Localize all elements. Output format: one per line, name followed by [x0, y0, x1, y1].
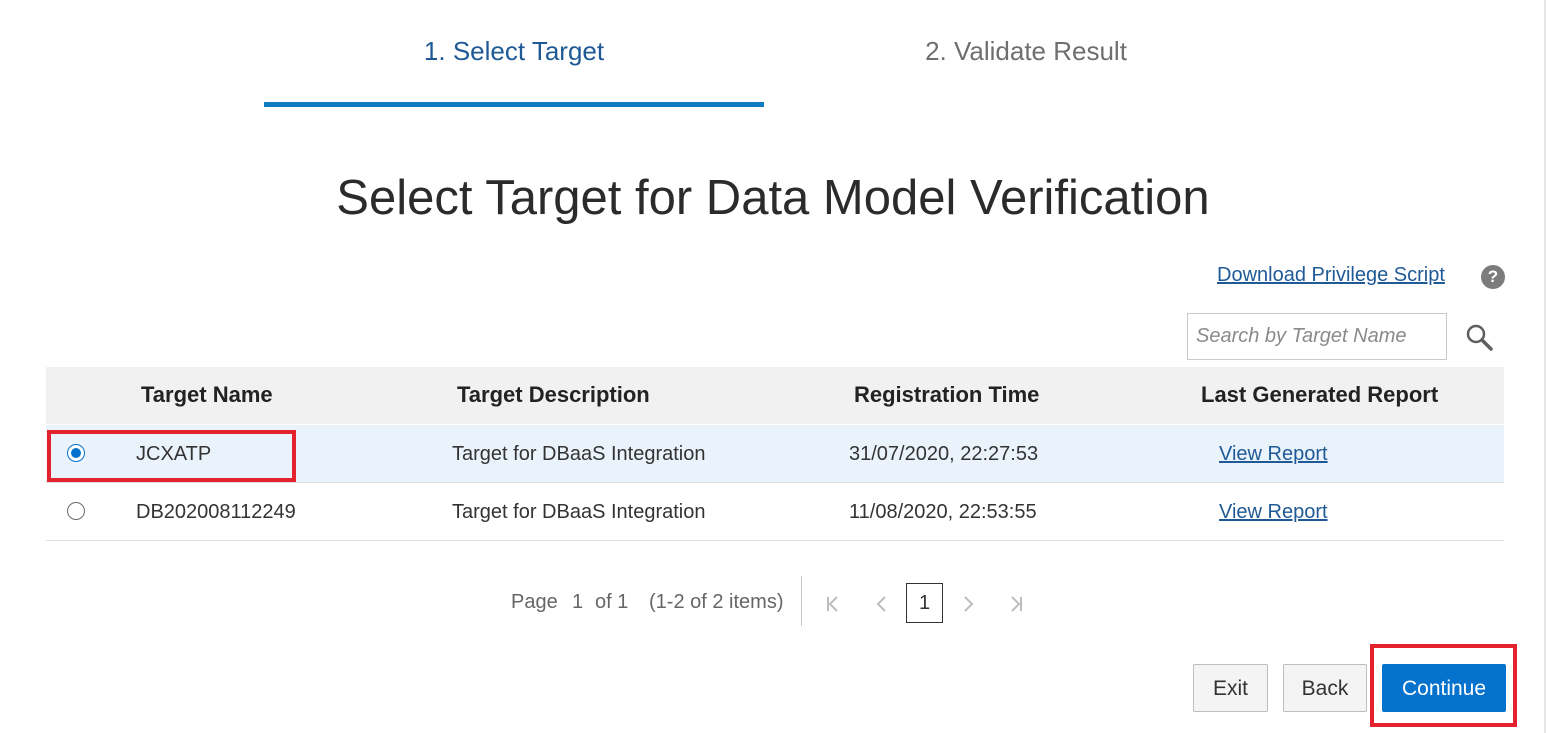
last-page-icon[interactable] — [1006, 594, 1026, 614]
search-icon[interactable] — [1464, 322, 1494, 352]
page-title: Select Target for Data Model Verificatio… — [336, 171, 1210, 225]
target-description-cell: Target for DBaaS Integration — [452, 443, 706, 465]
row-select-radio[interactable] — [67, 502, 85, 520]
row-select-radio[interactable] — [67, 444, 85, 462]
previous-page-icon[interactable] — [872, 594, 892, 614]
exit-button[interactable]: Exit — [1193, 664, 1268, 712]
pagination-divider — [801, 576, 802, 626]
target-name-cell: JCXATP — [136, 443, 212, 465]
download-privilege-script-link[interactable]: Download Privilege Script — [1217, 264, 1445, 287]
wizard-step-select-target[interactable]: 1. Select Target — [264, 36, 764, 67]
target-name-cell: DB202008112249 — [136, 501, 296, 523]
column-header-target-description[interactable]: Target Description — [457, 382, 650, 408]
registration-time-cell: 11/08/2020, 22:53:55 — [849, 501, 1037, 523]
column-header-last-generated-report[interactable]: Last Generated Report — [1201, 382, 1438, 408]
continue-button[interactable]: Continue — [1382, 664, 1506, 712]
column-header-target-name[interactable]: Target Name — [141, 382, 273, 408]
view-report-link[interactable]: View Report — [1219, 501, 1328, 524]
current-page-button[interactable]: 1 — [906, 583, 943, 623]
search-input[interactable] — [1187, 313, 1447, 360]
view-report-link[interactable]: View Report — [1219, 443, 1328, 466]
help-icon[interactable]: ? — [1481, 265, 1505, 289]
pagination-page-value: 1 — [572, 591, 584, 613]
target-description-cell: Target for DBaaS Integration — [452, 501, 706, 523]
column-header-registration-time[interactable]: Registration Time — [854, 382, 1039, 408]
active-step-indicator — [264, 102, 764, 107]
pagination-items-summary: (1-2 of 2 items) — [649, 591, 784, 613]
first-page-icon[interactable] — [823, 594, 843, 614]
pagination-page-label: Page — [511, 591, 558, 613]
next-page-icon[interactable] — [958, 594, 978, 614]
back-button[interactable]: Back — [1283, 664, 1367, 712]
wizard-step-validate-result[interactable]: 2. Validate Result — [776, 36, 1276, 67]
registration-time-cell: 31/07/2020, 22:27:53 — [849, 443, 1039, 465]
pagination-of-label: of 1 — [595, 591, 629, 613]
